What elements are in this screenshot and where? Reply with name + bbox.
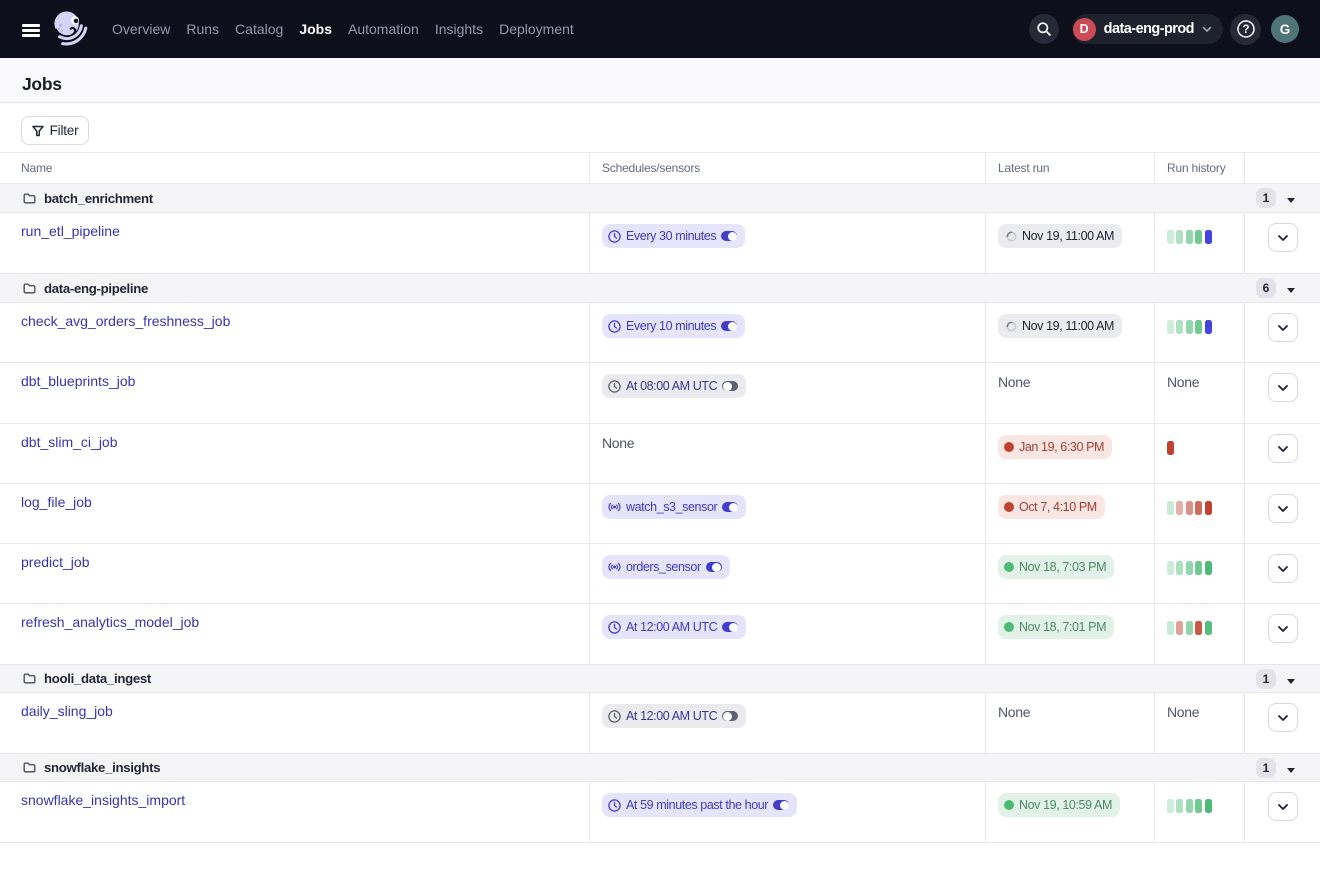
- svg-text:?: ?: [1242, 24, 1249, 36]
